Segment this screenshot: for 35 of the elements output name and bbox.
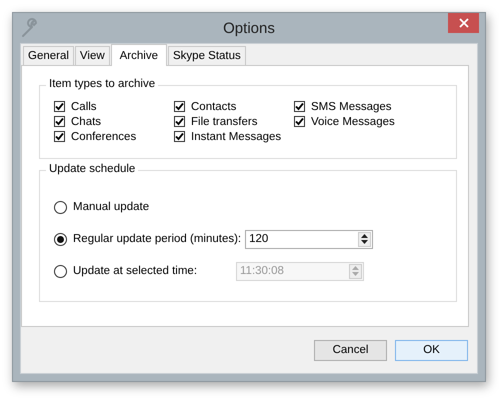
tab[interactable]: Skype Status xyxy=(168,46,246,65)
radio-button[interactable] xyxy=(54,200,67,214)
checkbox-label: Chats xyxy=(71,116,102,128)
checkbox-label: SMS Messages xyxy=(311,100,392,112)
checkbox[interactable] xyxy=(294,116,305,127)
checkbox[interactable] xyxy=(54,116,65,127)
tab[interactable]: Archive xyxy=(110,44,167,66)
close-button[interactable] xyxy=(448,13,479,33)
group-title: Item types to archive xyxy=(46,78,158,90)
close-icon xyxy=(458,18,468,28)
dialog-button[interactable]: Cancel xyxy=(314,340,387,360)
checkbox[interactable] xyxy=(294,101,305,112)
tab[interactable]: General xyxy=(23,46,74,65)
dialog-button[interactable]: OK xyxy=(395,340,468,360)
window-title: Options xyxy=(222,20,276,37)
spin-arrows-icon[interactable] xyxy=(358,232,372,246)
checkbox-label: Calls xyxy=(71,100,97,112)
tab[interactable]: View xyxy=(74,46,110,65)
checkbox[interactable] xyxy=(174,116,185,127)
checkbox-label: Voice Messages xyxy=(311,116,395,128)
checkbox-label: Contacts xyxy=(191,100,236,112)
checkbox-label: Instant Messages xyxy=(191,130,282,142)
spin-field[interactable]: 120 xyxy=(245,230,374,248)
radio-label: Regular update period (minutes): xyxy=(73,233,242,245)
checkbox-label: File transfers xyxy=(191,116,258,128)
radio-button[interactable] xyxy=(54,232,67,246)
checkbox-label: Conferences xyxy=(71,130,136,142)
radio-label: Update at selected time: xyxy=(73,265,198,277)
radio-label: Manual update xyxy=(73,201,150,213)
checkbox[interactable] xyxy=(54,131,65,142)
checkbox[interactable] xyxy=(54,101,65,112)
group-title: Update schedule xyxy=(46,163,138,175)
radio-button[interactable] xyxy=(54,264,67,278)
checkbox[interactable] xyxy=(174,101,185,112)
checkbox[interactable] xyxy=(174,131,185,142)
